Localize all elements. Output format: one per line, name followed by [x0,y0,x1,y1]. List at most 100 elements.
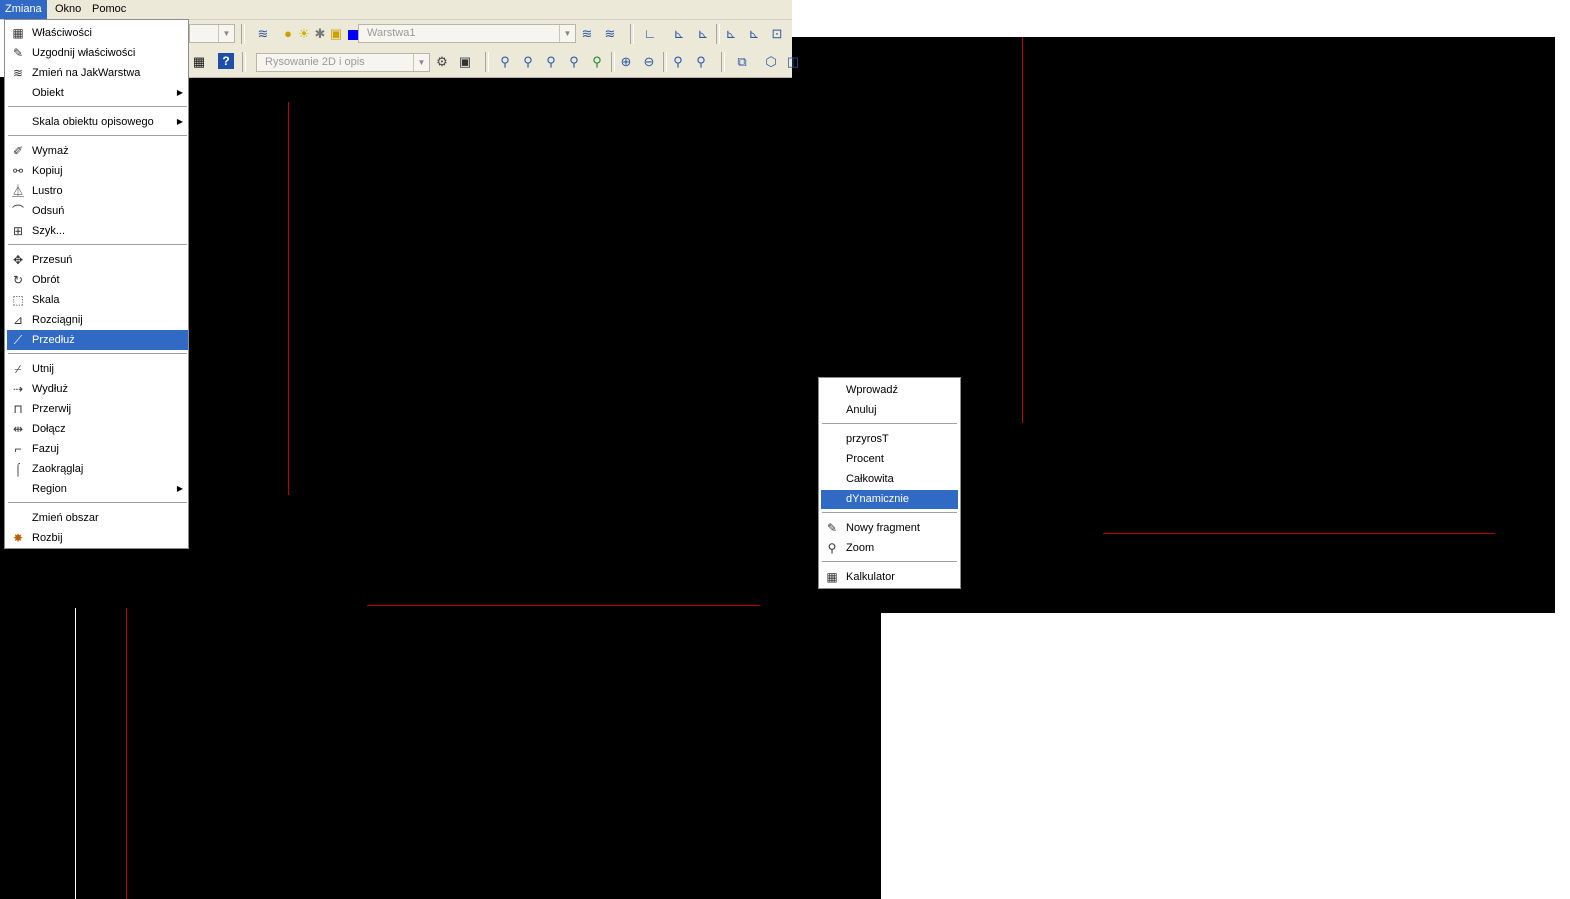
menu-item-change-to-bylayer[interactable]: ≋ Zmień na JakWarstwa [7,63,188,83]
menu-item-extend[interactable]: ⇢ Wydłuż [7,379,188,399]
menu-item-annotative-scale[interactable]: Skala obiektu opisowego ▶ [7,112,188,132]
menu-item-explode[interactable]: ✸ Rozbij [7,528,188,548]
make-current-layer-icon[interactable]: ≋ [578,25,596,43]
menu-item-join[interactable]: ⇹ Dołącz [7,419,188,439]
context-item-zoom[interactable]: ⚲ Zoom [821,539,958,558]
menu-separator [822,423,957,425]
zoom-realtime-icon[interactable]: ⚲ [496,53,514,71]
zoom-in-icon[interactable]: ⊕ [617,53,635,71]
chevron-down-icon: ▼ [413,54,429,71]
zoom-out-icon[interactable]: ⊖ [640,53,658,71]
zoom-icon: ⚲ [827,541,837,555]
menu-separator [8,106,187,108]
context-item-percent[interactable]: Procent [821,450,958,469]
menu-item-break[interactable]: ⊓ Przerwij [7,399,188,419]
menu-item-fillet[interactable]: ⌠ Zaokrąglaj [7,459,188,479]
menu-item-trim[interactable]: ⌿ Utnij [7,359,188,379]
layer-manager-icon[interactable]: ≋ [254,25,272,43]
context-item-label: przyrosT [846,433,889,445]
layer-previous-icon[interactable]: ≋ [601,25,619,43]
ucs-view-icon[interactable]: ⊾ [745,25,763,43]
context-item-label: dYnamicznie [846,493,909,505]
menu-item-object[interactable]: Obiekt ▶ [7,83,188,103]
red-vertical-line [126,608,127,899]
menu-zmiana[interactable]: Zmiana [0,0,47,19]
menu-item-region[interactable]: Region ▶ [7,479,188,499]
menu-item-stretch[interactable]: ⊿ Rozciągnij [7,310,188,330]
ucs-origin-icon[interactable]: ⊾ [722,25,740,43]
menu-separator [8,353,187,355]
menu-item-label: Skala obiektu opisowego [32,116,154,128]
rotate-icon: ↻ [12,273,24,287]
menu-item-label: Przerwij [32,403,72,415]
zoom-window-icon[interactable]: ⚲ [519,53,537,71]
context-item-dynamic[interactable]: dYnamicznie [821,490,958,509]
zoom-scale-icon[interactable]: ⚲ [565,53,583,71]
zoom-dynamic-icon[interactable]: ⚲ [542,53,560,71]
menu-item-offset[interactable]: ⌒ Odsuń [7,201,188,221]
array-icon: ⊞ [12,224,24,238]
layer-combo-value: Warstwa1 [367,27,416,39]
help-icon[interactable]: ? [218,53,234,69]
3d-orbit-icon[interactable]: ◫ [784,53,802,71]
menu-item-lengthen[interactable]: ⟋ Przedłuż [7,330,188,350]
ucs-previous-icon[interactable]: ⊾ [694,25,712,43]
menu-item-copy[interactable]: ⚯ Kopiuj [7,161,188,181]
menu-item-mirror[interactable]: ⏅ Lustro [7,181,188,201]
zoom-all-icon[interactable]: ⚲ [669,53,687,71]
menu-item-match-properties[interactable]: ✎ Uzgodnij właściwości [7,43,188,63]
ucs-object-icon[interactable]: ⊡ [768,25,786,43]
workspace-settings-icon[interactable]: ⚙ [433,53,451,71]
submenu-arrow-icon: ▶ [176,88,183,97]
menu-item-erase[interactable]: ✐ Wymaż [7,141,188,161]
context-item-enter[interactable]: Wprowadź [821,381,958,400]
context-item-cancel[interactable]: Anuluj [821,401,958,420]
toolbar-separator [630,24,634,44]
modify-menu: ▦ Właściwości ✎ Uzgodnij właściwości ≋ Z… [4,19,189,549]
3d-view-icon[interactable]: ⬡ [762,53,780,71]
ucs-icon[interactable]: ∟ [641,25,659,43]
menu-pomoc[interactable]: Pomoc [87,0,131,19]
layer-combo[interactable]: Warstwa1 ▼ [358,24,576,43]
drawing-canvas-bottom[interactable] [0,598,881,899]
menu-item-label: Utnij [32,363,55,375]
context-item-calculator[interactable]: ▦ Kalkulator [821,568,958,587]
move-icon: ✥ [12,253,24,267]
workspace-save-icon[interactable]: ▣ [456,53,474,71]
calculator-icon: ▦ [826,570,838,584]
menu-item-label: Zmień obszar [32,512,99,524]
menu-item-rotate[interactable]: ↻ Obrót [7,270,188,290]
context-item-new-fragment[interactable]: ✎ Nowy fragment [821,519,958,538]
break-icon: ⊓ [13,402,23,416]
toolbar-separator [485,52,489,72]
menu-item-array[interactable]: ⊞ Szyk... [7,221,188,241]
calculator-icon[interactable]: ▦ [190,53,208,71]
join-icon: ⇹ [12,422,24,436]
menu-item-label: Rozbij [32,532,63,544]
red-vertical-line [288,102,289,495]
match-properties-icon: ✎ [12,46,24,60]
menu-item-properties[interactable]: ▦ Właściwości [7,23,188,43]
toolbar-separator [716,24,720,44]
extend-icon: ⇢ [12,382,24,396]
zoom-extents-icon[interactable]: ⚲ [692,53,710,71]
zoom-center-icon[interactable]: ⚲ [588,53,606,71]
menu-item-move[interactable]: ✥ Przesuń [7,250,188,270]
workspace-combo[interactable]: Rysowanie 2D i opis ▼ [256,53,430,72]
offset-icon: ⌒ [11,204,24,218]
menu-item-label: Przedłuż [32,334,75,346]
fillet-icon: ⌠ [14,462,22,476]
previous-combo[interactable]: ▼ [189,24,235,43]
menu-item-scale[interactable]: ⬚ Skala [7,290,188,310]
menu-item-chamfer[interactable]: ⌐ Fazuj [7,439,188,459]
context-item-delta[interactable]: przyrosT [821,430,958,449]
context-item-label: Zoom [846,542,875,554]
context-menu: Wprowadź Anuluj przyrosT Procent Całkowi… [818,377,961,589]
ucs-world-icon[interactable]: ⊾ [670,25,688,43]
named-views-icon[interactable]: ⧉ [733,53,751,71]
context-item-total[interactable]: Całkowita [821,470,958,489]
layer-lock-icon[interactable]: ▣ [327,25,345,43]
context-item-label: Procent [846,453,884,465]
menu-okno[interactable]: Okno [50,0,86,19]
menu-item-change-space[interactable]: Zmień obszar [7,508,188,528]
